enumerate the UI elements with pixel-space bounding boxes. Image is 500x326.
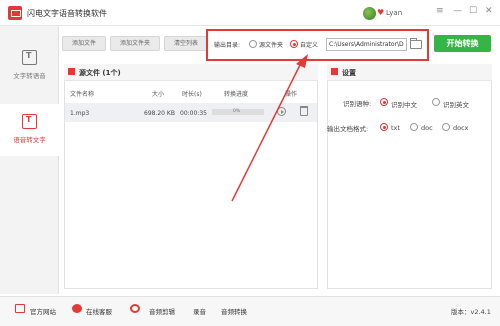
minimize-button[interactable]: — bbox=[453, 6, 462, 16]
source-folder-label[interactable]: 源文件夹 bbox=[259, 40, 283, 49]
add-folder-button[interactable]: 添加文件夹 bbox=[110, 36, 160, 51]
file-name: 1.mp3 bbox=[70, 110, 90, 117]
clear-list-button[interactable]: 清空列表 bbox=[164, 36, 208, 51]
column-header-duration: 时长(s) bbox=[182, 91, 202, 98]
text-to-speech-icon bbox=[22, 50, 37, 65]
file-list-title: 源文件 (1个) bbox=[79, 69, 121, 77]
file-size: 698.20 KB bbox=[144, 110, 175, 117]
column-header-size: 大小 bbox=[152, 91, 165, 98]
sidebar-item-label: 文字转语音 bbox=[13, 72, 46, 80]
maximize-button[interactable]: ☐ bbox=[469, 6, 477, 16]
close-button[interactable]: ✕ bbox=[485, 6, 493, 16]
docx-label[interactable]: docx bbox=[453, 124, 469, 132]
progress-label: 0% bbox=[233, 109, 241, 114]
folder-icon[interactable] bbox=[410, 38, 422, 49]
sidebar-item-label: 语音转文字 bbox=[13, 136, 46, 144]
format-label: 输出文档格式: bbox=[327, 125, 369, 133]
txt-label[interactable]: txt bbox=[391, 124, 400, 132]
online-service-link[interactable]: 在线客服 bbox=[86, 306, 112, 316]
audio-edit-icon bbox=[130, 304, 140, 313]
chinese-radio[interactable] bbox=[380, 98, 388, 106]
recording-link[interactable]: 录音 bbox=[193, 306, 206, 316]
txt-radio[interactable] bbox=[380, 123, 388, 131]
add-file-button[interactable]: 添加文件 bbox=[62, 36, 106, 51]
menu-icon[interactable]: ≡ bbox=[436, 6, 444, 16]
play-icon[interactable] bbox=[277, 107, 286, 116]
delete-icon[interactable] bbox=[300, 106, 308, 116]
file-list-header: 源文件 (1个) bbox=[64, 64, 318, 81]
column-header-name: 文件名称 bbox=[70, 91, 95, 98]
doc-radio[interactable] bbox=[410, 123, 418, 131]
audio-edit-link[interactable]: 音频剪辑 bbox=[149, 306, 175, 316]
section-marker bbox=[68, 68, 75, 75]
title-bar: 闪电文字语音转换软件 ♥ Lyan ≡ — ☐ ✕ bbox=[0, 0, 500, 26]
source-folder-radio[interactable] bbox=[249, 40, 257, 48]
official-website-link[interactable]: 官方网站 bbox=[30, 306, 56, 316]
settings-header: 设置 bbox=[327, 64, 492, 81]
column-header-actions: 操作 bbox=[285, 91, 298, 98]
sidebar: 文字转语音 语音转文字 bbox=[0, 26, 59, 294]
speech-to-text-icon bbox=[22, 114, 37, 129]
english-radio[interactable] bbox=[432, 98, 440, 106]
section-marker bbox=[331, 68, 338, 75]
custom-folder-radio[interactable] bbox=[290, 40, 298, 48]
output-path-input[interactable] bbox=[326, 38, 407, 51]
customer-service-icon bbox=[72, 304, 82, 313]
output-directory-label: 输出目录: bbox=[214, 42, 241, 49]
chinese-label[interactable]: 识别中文 bbox=[391, 99, 417, 109]
sidebar-item-text-to-speech[interactable]: 文字转语音 bbox=[0, 40, 59, 92]
docx-radio[interactable] bbox=[442, 123, 450, 131]
doc-label[interactable]: doc bbox=[421, 124, 433, 132]
version-label: 版本：v2.4.1 bbox=[451, 308, 491, 316]
sidebar-item-speech-to-text[interactable]: 语音转文字 bbox=[0, 104, 59, 156]
website-icon bbox=[15, 304, 25, 313]
app-logo-icon bbox=[8, 6, 22, 20]
app-title: 闪电文字语音转换软件 bbox=[27, 9, 107, 18]
file-duration: 00:00:35 bbox=[180, 110, 207, 117]
language-label: 识别语种: bbox=[343, 100, 372, 108]
vip-heart-icon: ♥ bbox=[377, 8, 385, 17]
settings-title: 设置 bbox=[342, 69, 356, 77]
start-convert-button[interactable]: 开始转换 bbox=[434, 35, 491, 52]
column-header-progress: 转换进度 bbox=[224, 91, 249, 98]
audio-convert-link[interactable]: 音频转换 bbox=[221, 306, 247, 316]
custom-folder-label[interactable]: 自定义 bbox=[300, 40, 318, 49]
username[interactable]: Lyan bbox=[386, 9, 402, 17]
avatar[interactable] bbox=[363, 7, 376, 20]
english-label[interactable]: 识别英文 bbox=[443, 99, 469, 109]
